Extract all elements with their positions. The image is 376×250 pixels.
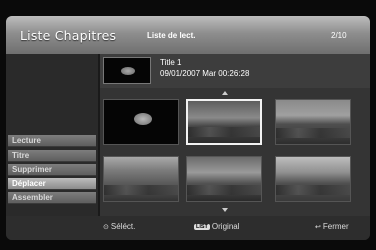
list-button-icon: LIST	[194, 224, 210, 230]
chapter-thumbnail-6[interactable]	[275, 156, 351, 202]
page-counter: 2/10	[331, 31, 347, 40]
select-label: Séléct.	[110, 222, 136, 231]
current-chapter-thumbnail	[103, 57, 151, 84]
moon-image	[121, 67, 135, 75]
close-label: Fermer	[322, 222, 349, 231]
chapter-thumbnail-5[interactable]	[186, 156, 262, 202]
chapter-thumbnail-1[interactable]	[103, 99, 179, 145]
chapter-title: Title 1	[160, 58, 182, 67]
menu-item-assembler[interactable]: Assembler	[8, 192, 96, 204]
select-button-icon: ⊙	[103, 224, 109, 231]
moon-image	[134, 113, 152, 125]
menu-item-deplacer[interactable]: Déplacer	[8, 178, 96, 190]
chapter-thumbnail-4[interactable]	[103, 156, 179, 202]
dvd-menu-screen: Liste Chapitres Liste de lect. 2/10 Lect…	[0, 0, 376, 250]
chapter-thumbnail-3[interactable]	[275, 99, 351, 145]
return-icon: ↩	[315, 224, 321, 231]
scroll-up-icon[interactable]	[222, 91, 228, 95]
menu-item-lecture[interactable]: Lecture	[8, 135, 96, 147]
playlist-subtitle: Liste de lect.	[147, 31, 196, 40]
menu-item-supprimer[interactable]: Supprimer	[8, 164, 96, 176]
menu-item-titre[interactable]: Titre	[8, 150, 96, 162]
page-title: Liste Chapitres	[20, 28, 117, 43]
original-label: Original	[211, 222, 240, 231]
chapter-thumbnail-2[interactable]	[186, 99, 262, 145]
chapter-datetime: 09/01/2007 Mar 00:26:28	[160, 69, 250, 78]
close-hint[interactable]: ↩ Fermer	[315, 222, 349, 231]
select-hint[interactable]: ⊙ Séléct.	[103, 222, 135, 231]
scroll-down-icon[interactable]	[222, 208, 228, 212]
original-hint[interactable]: LIST Original	[194, 222, 240, 231]
